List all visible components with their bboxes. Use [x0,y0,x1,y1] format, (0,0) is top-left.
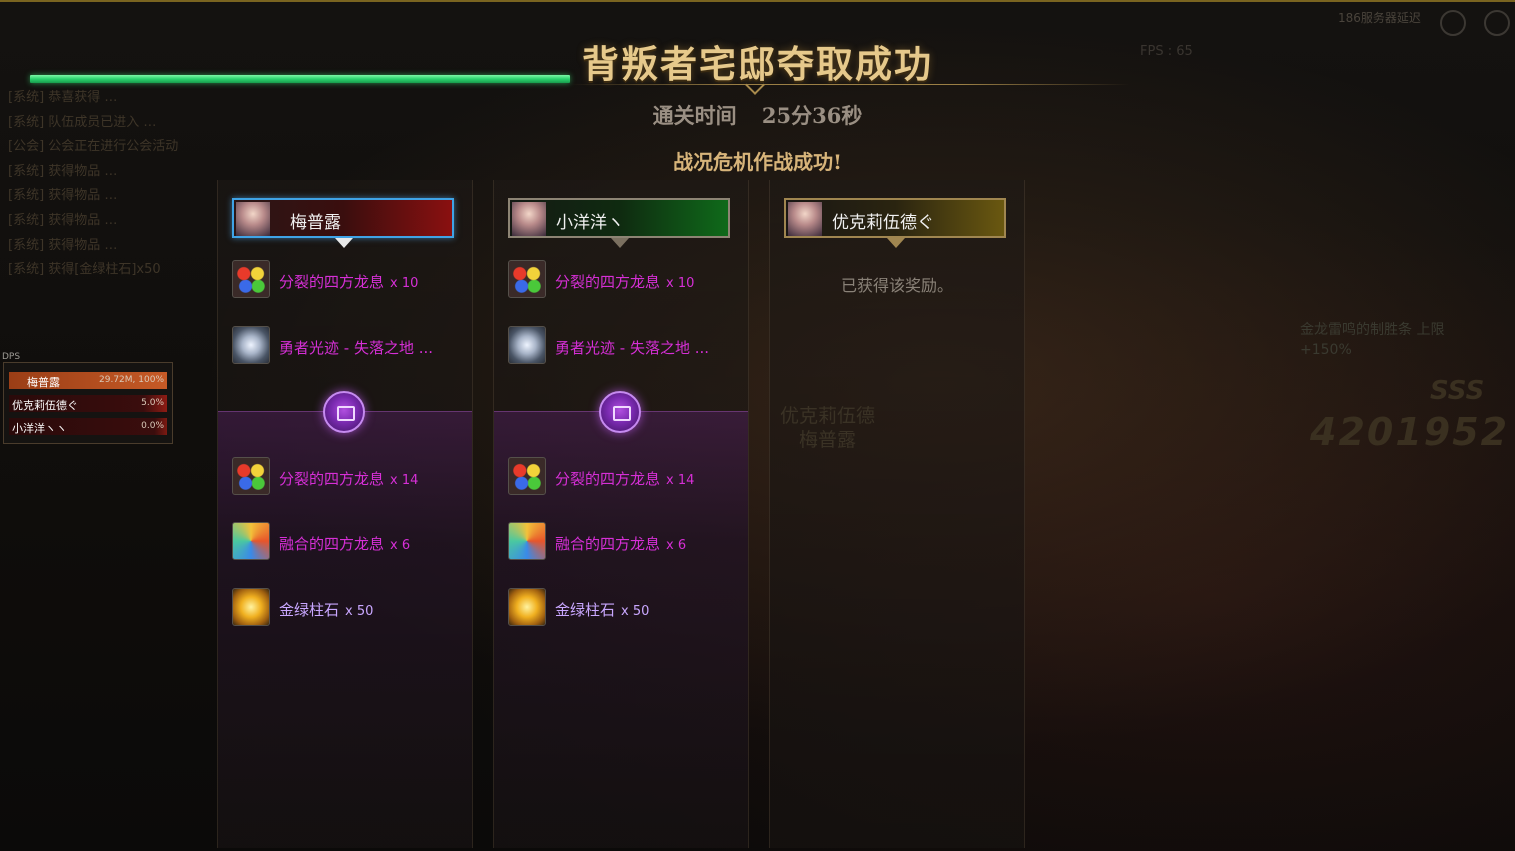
dps-row: 优克莉伍德ぐ 5.0% [9,395,167,412]
player-name: 小洋洋ヽ [556,213,624,233]
reward-qty: x 10 [666,276,695,291]
player-banner[interactable]: 优克莉伍德ぐ [784,198,1006,238]
dragon-breath-icon [232,457,270,495]
player-banner[interactable]: 梅普露 [232,198,454,238]
reward-item[interactable]: 融合的四方龙息 x 6 [232,522,462,562]
reward-qty: x 14 [390,473,419,488]
reward-name: 分裂的四方龙息 [555,273,661,291]
reward-name: 勇者光迹 - 失落之地 ... [279,339,434,357]
score-rank: SSS [1430,376,1485,406]
dps-row: 梅普露 29.72M, 100% [9,372,167,389]
dps-value: 5.0% [141,398,164,408]
settings-icon[interactable] [1440,10,1466,36]
result-subtitle: 战况危机作战成功! [673,150,842,174]
reward-item[interactable]: 融合的四方龙息 x 6 [508,522,738,562]
reward-item[interactable]: 分裂的四方龙息 x 10 [232,260,462,300]
dps-row: 小洋洋ヽヽ 0.0% [9,418,167,435]
dragon-breath-icon [232,260,270,298]
name-tag: 优克莉伍德 [780,405,876,427]
reward-qty: x 6 [390,538,411,553]
dps-player-name: 优克莉伍德ぐ [12,399,78,412]
reward-item[interactable]: 勇者光迹 - 失落之地 ... [508,326,738,366]
chrysoberyl-icon [508,588,546,626]
background-name-tags: 优克莉伍德 梅普露 [780,404,875,452]
name-tag: 梅普露 [799,429,857,451]
title-divider [570,84,1130,85]
server-latency: 186服务器延迟 [1338,11,1421,25]
buff-line: 金龙雷鸣的制胜条 上限 [1300,322,1445,338]
reward-item[interactable]: 分裂的四方龙息 x 14 [508,457,738,497]
reward-name: 融合的四方龙息 [555,535,661,553]
dps-tag: DPS [2,352,21,362]
reward-name: 金绿柱石 [279,601,340,619]
reward-item[interactable]: 金绿柱石 x 50 [232,588,462,628]
hero-trace-icon [232,326,270,364]
reward-name: 勇者光迹 - 失落之地 ... [555,339,710,357]
reward-item[interactable]: 勇者光迹 - 失落之地 ... [232,326,462,366]
reward-qty: x 10 [390,276,419,291]
fusion-breath-icon [232,522,270,560]
score-value: 4201952 [1310,410,1510,454]
reward-qty: x 6 [666,538,687,553]
close-icon[interactable] [1484,10,1510,36]
clear-time-value: 25分36秒 [761,103,863,128]
reward-name: 分裂的四方龙息 [555,470,661,488]
player-name: 梅普露 [290,213,341,233]
reward-name: 分裂的四方龙息 [279,470,385,488]
player-name: 优克莉伍德ぐ [832,213,934,233]
reward-name: 融合的四方龙息 [279,535,385,553]
reward-name: 分裂的四方龙息 [279,273,385,291]
dps-player-name: 小洋洋ヽヽ [12,422,67,435]
dps-value: 29.72M, 100% [99,375,164,385]
chrysoberyl-icon [232,588,270,626]
player-banner[interactable]: 小洋洋ヽ [508,198,730,238]
dragon-breath-icon [508,457,546,495]
reward-item[interactable]: 金绿柱石 x 50 [508,588,738,628]
dps-meter[interactable]: 梅普露 29.72M, 100% 优克莉伍德ぐ 5.0% 小洋洋ヽヽ 0.0% [3,362,173,444]
reward-name: 金绿柱石 [555,601,616,619]
banner-pointer-icon [335,238,353,248]
clear-time-label: 通关时间 [652,103,737,128]
dps-player-name: 梅普露 [27,376,60,389]
banner-pointer-icon [887,238,905,248]
dps-value: 0.0% [141,421,164,431]
buff-indicator: 金龙雷鸣的制胜条 上限 +150% [1300,320,1444,360]
reward-qty: x 14 [666,473,695,488]
reward-column-player-1: 梅普露 分裂的四方龙息 x 10 勇者光迹 - 失落之地 ... 分裂的四方龙息 x… [217,180,473,848]
hero-trace-icon [508,326,546,364]
top-border [0,0,1515,2]
reward-qty: x 50 [345,604,374,619]
fusion-breath-icon [508,522,546,560]
reward-item[interactable]: 分裂的四方龙息 x 10 [508,260,738,300]
reward-qty: x 50 [621,604,650,619]
banner-pointer-icon [611,238,629,248]
avatar [236,202,270,236]
chest-icon [323,391,365,433]
avatar [788,202,822,236]
dragon-breath-icon [508,260,546,298]
chest-icon [599,391,641,433]
clear-time: 通关时间 25分36秒 [0,100,1515,130]
avatar [512,202,546,236]
reward-column-player-3: 优克莉伍德ぐ 已获得该奖励。 [769,180,1025,848]
reward-column-player-2: 小洋洋ヽ 分裂的四方龙息 x 10 勇者光迹 - 失落之地 ... 分裂的四方龙息… [493,180,749,848]
buff-line: +150% [1300,342,1352,358]
reward-item[interactable]: 分裂的四方龙息 x 14 [232,457,462,497]
reward-claimed-message: 已获得该奖励。 [840,276,953,295]
